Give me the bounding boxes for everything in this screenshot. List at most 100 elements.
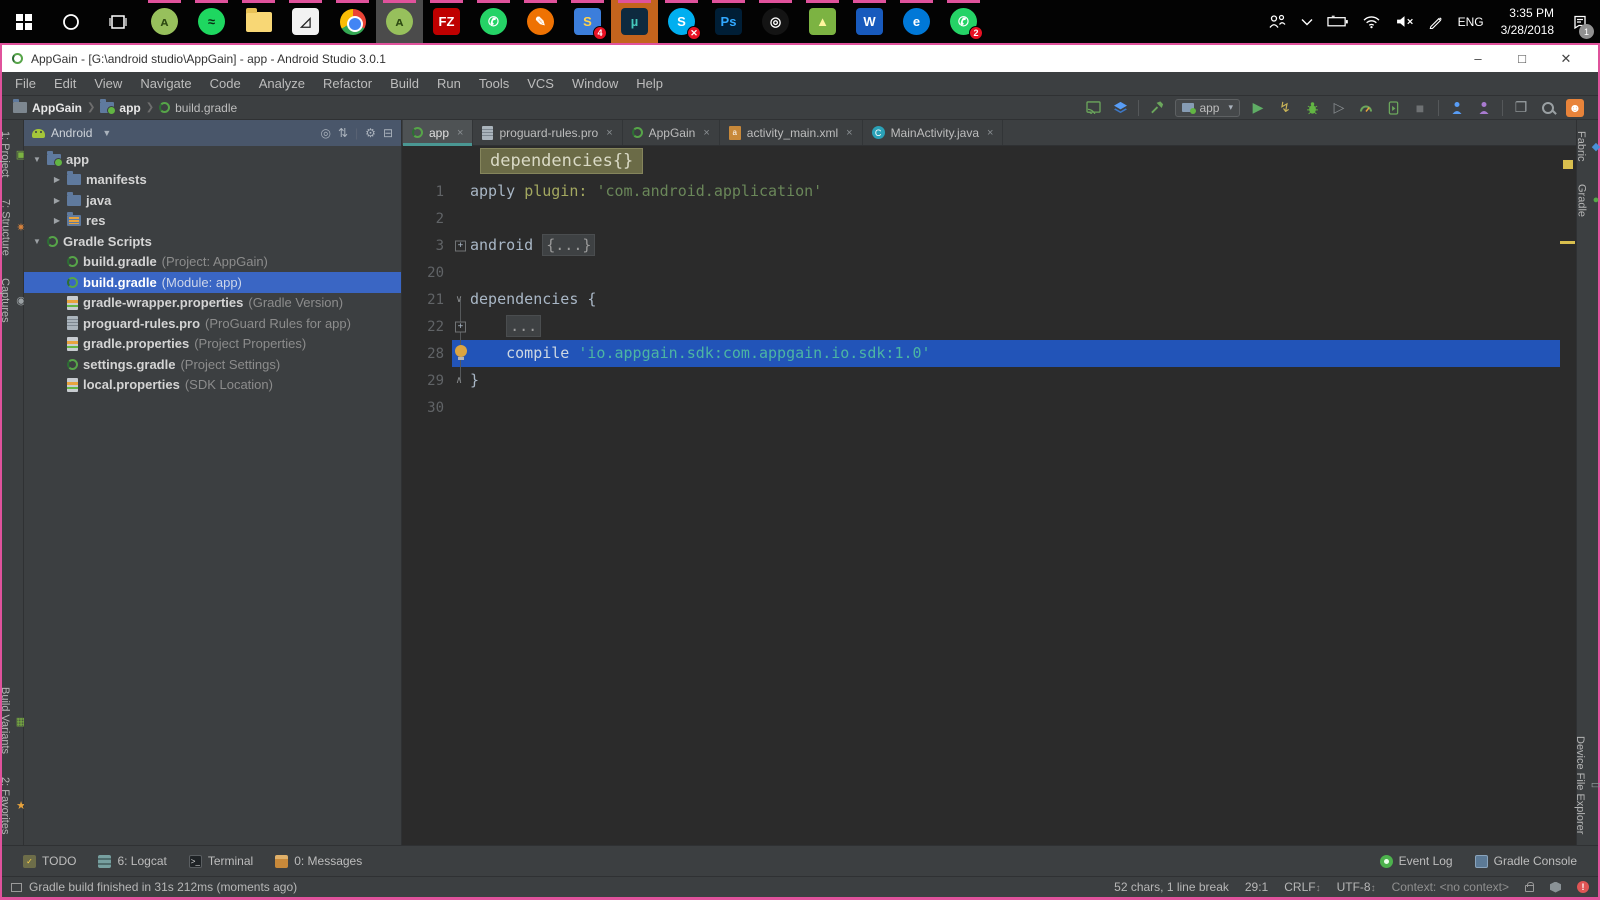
mail-app-badge-icon[interactable]: S4 [564,0,611,43]
tree-row-local-properties[interactable]: local.properties (SDK Location) [24,375,401,396]
tool-stripe-2-favorites[interactable]: ★ 2: Favorites [0,777,26,834]
sdk-manager-icon[interactable]: ❐ [1512,99,1530,117]
search-everywhere-icon[interactable] [1539,99,1557,117]
settings-gear-icon[interactable]: ⚙ [365,126,376,140]
edge-icon[interactable]: e [893,0,940,43]
line-ending-selector[interactable]: CRLF↕ [1284,880,1320,894]
tool-stripe-device-file-explorer[interactable]: ▭ Device File Explorer [1574,736,1600,834]
android-studio-active-icon[interactable]: ᴀ [376,0,423,43]
tool-stripe-build-variants[interactable]: ▦ Build Variants [0,687,26,754]
collapse-all-icon[interactable]: ⇅ [338,126,348,140]
tree-row-manifests[interactable]: ▶ manifests [24,170,401,191]
tree-row-build-gradle[interactable]: build.gradle (Project: AppGain) [24,252,401,273]
battery-icon[interactable] [1320,0,1355,43]
debug-button-icon[interactable] [1303,99,1321,117]
hide-panel-icon[interactable]: ⊟ [383,126,393,140]
volume-muted-icon[interactable] [1388,0,1421,43]
locate-file-icon[interactable]: ◎ [321,126,331,140]
code-line-20[interactable]: 20 [402,259,1560,286]
chevron-collapsed-icon[interactable]: ▶ [52,216,62,225]
fold-expanded-icon[interactable]: ∨ [456,294,462,305]
profiler-icon[interactable] [1357,99,1375,117]
run-configuration-select[interactable]: app ▾ [1175,98,1240,117]
code-line-29[interactable]: 29 ∧} [402,367,1560,394]
tree-row-gradle-scripts[interactable]: ▼ Gradle Scripts [24,231,401,252]
tool-window-button-todo[interactable]: ✓ TODO [12,854,87,868]
menu-tools[interactable]: Tools [470,76,518,91]
android-studio-icon[interactable]: ᴀ [141,0,188,43]
spotify-icon[interactable]: ≈ [188,0,235,43]
notepad-icon[interactable]: ◿ [282,0,329,43]
instant-run-icon[interactable]: ↯ [1276,99,1294,117]
menu-navigate[interactable]: Navigate [131,76,200,91]
tree-row-gradle-wrapper-properties[interactable]: gradle-wrapper.properties (Gradle Version… [24,293,401,314]
tab-close-icon[interactable]: × [457,127,463,139]
maximize-button[interactable]: □ [1500,45,1544,72]
tree-row-java[interactable]: ▶ java [24,190,401,211]
gradle-daemon-icon[interactable] [1550,881,1561,893]
whatsapp-badge-icon[interactable]: ✆ 2 [940,0,987,43]
menu-window[interactable]: Window [563,76,627,91]
menu-help[interactable]: Help [627,76,672,91]
fold-collapsed-icon[interactable]: + [455,321,466,332]
tool-window-button-gradle-console[interactable]: Gradle Console [1464,854,1588,868]
sync-project-icon[interactable] [1084,99,1102,117]
cortana-button[interactable] [47,0,94,43]
tool-stripe-fabric[interactable]: ◆ Fabric [1575,131,1600,162]
fold-end-icon[interactable]: ∧ [456,375,462,386]
user-avatar[interactable]: ☻ [1566,98,1584,117]
code-line-21[interactable]: 21 ∨ dependencies { [402,286,1560,313]
filezilla-icon[interactable]: FZ [423,0,470,43]
breadcrumb-app[interactable]: app [97,99,143,115]
tool-stripe-7-structure[interactable]: ✷ 7: Structure [0,199,26,256]
editor-body[interactable]: dependencies{} 1 apply plugin: 'com.andro… [402,146,1576,845]
tab-close-icon[interactable]: × [703,127,709,139]
menu-code[interactable]: Code [201,76,250,91]
whatsapp-icon[interactable]: ✆ [470,0,517,43]
menu-vcs[interactable]: VCS [518,76,563,91]
chevron-expanded-icon[interactable]: ▼ [32,155,42,164]
tree-row-settings-gradle[interactable]: settings.gradle (Project Settings) [24,354,401,375]
taskbar-clock[interactable]: 3:35 PM 3/28/2018 [1492,0,1563,43]
tree-row-build-gradle[interactable]: build.gradle (Module: app) [24,272,401,293]
menu-build[interactable]: Build [381,76,428,91]
chevron-icon[interactable] [1294,0,1320,43]
tool-window-button-event-log[interactable]: Event Log [1369,854,1464,868]
chevron-down-icon[interactable]: ▼ [102,128,111,138]
run-button[interactable]: ▶ [1249,99,1267,117]
tool-window-button-0-messages[interactable]: 0: Messages [264,854,373,868]
code-line-22[interactable]: 22 + ... [402,313,1560,340]
tool-stripe-1-project[interactable]: ▣ 1: Project [0,131,26,177]
photoshop-icon[interactable]: Ps [705,0,752,43]
caret-position[interactable]: 29:1 [1245,880,1268,894]
project-view-selector[interactable]: Android [51,126,92,140]
menu-edit[interactable]: Edit [45,76,85,91]
stop-button[interactable]: ■ [1411,99,1429,117]
file-explorer-icon[interactable] [235,0,282,43]
tool-window-button-terminal[interactable]: >_ Terminal [178,854,264,868]
lock-icon[interactable] [1525,882,1534,892]
chevron-expanded-icon[interactable]: ▼ [32,237,42,246]
tool-stripe-gradle[interactable]: ● Gradle [1576,184,1600,217]
run-coverage-icon[interactable]: ▷ [1330,99,1348,117]
intention-bulb-icon[interactable] [455,345,467,360]
attach-profiler-icon[interactable] [1475,99,1493,117]
tab-appgain[interactable]: AppGain × [623,120,720,145]
tree-row-app[interactable]: ▼ app [24,149,401,170]
tab-mainactivity-java[interactable]: C MainActivity.java × [863,120,1004,145]
layout-captures-icon[interactable] [1111,99,1129,117]
recorder-app-icon[interactable]: ◎ [752,0,799,43]
fold-collapsed-icon[interactable]: + [455,240,466,251]
code-line-28[interactable]: 28 compile 'io.appgain.sdk:com.appgain.i… [402,340,1560,367]
photos-app-icon[interactable]: ▲ [799,0,846,43]
wifi-icon[interactable] [1355,0,1388,43]
error-indicator-icon[interactable]: ! [1577,881,1589,893]
menu-refactor[interactable]: Refactor [314,76,381,91]
people-icon[interactable] [1260,0,1294,43]
tab-app[interactable]: app × [403,120,474,146]
tab-close-icon[interactable]: × [846,127,852,139]
action-center-icon[interactable]: 1 [1563,0,1600,43]
tree-row-gradle-properties[interactable]: gradle.properties (Project Properties) [24,334,401,355]
tool-window-button-6-logcat[interactable]: 6: Logcat [87,854,177,868]
warning-stripe-mark[interactable] [1560,241,1575,244]
